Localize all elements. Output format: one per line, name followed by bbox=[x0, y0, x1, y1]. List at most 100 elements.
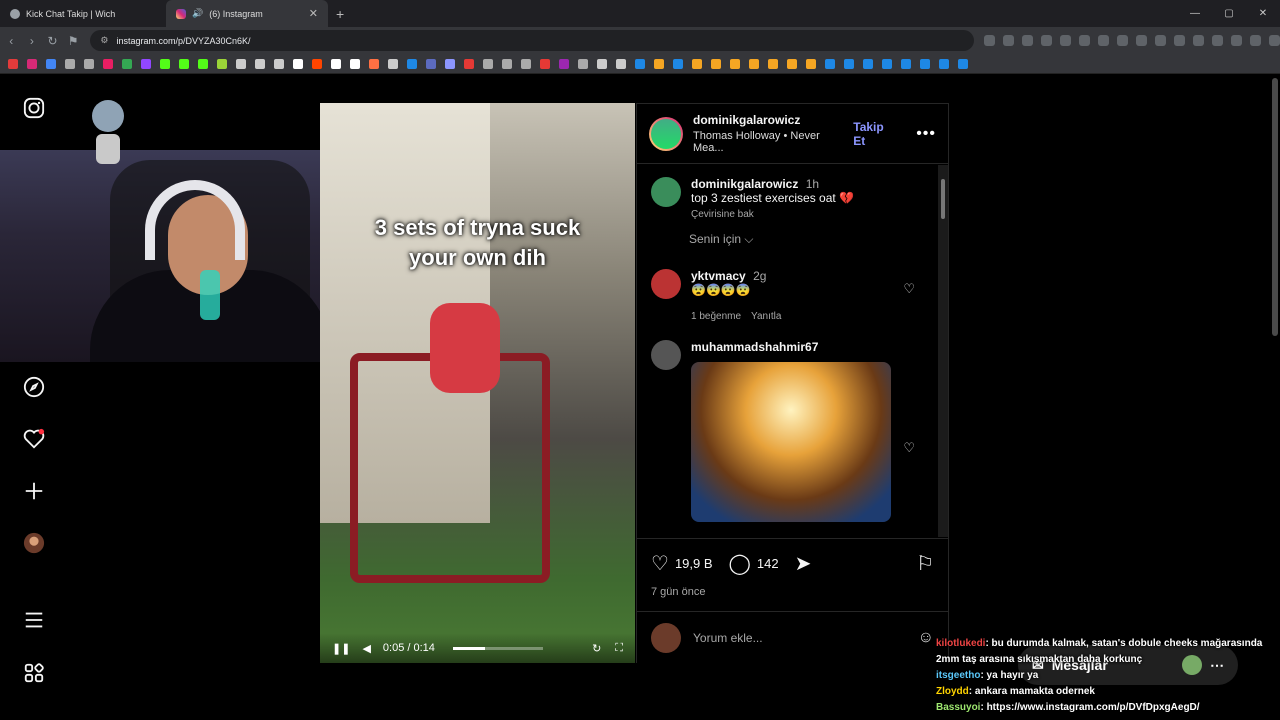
bookmark-favicon-icon[interactable] bbox=[901, 58, 911, 69]
bookmark-favicon-icon[interactable] bbox=[483, 58, 493, 69]
share-icon[interactable]: ➤ bbox=[795, 551, 812, 576]
translate-link[interactable]: Çevirisine bak bbox=[691, 209, 754, 220]
extension-icon[interactable] bbox=[1098, 35, 1110, 46]
extension-icon[interactable] bbox=[1079, 35, 1091, 46]
extension-icon[interactable] bbox=[1174, 35, 1186, 46]
extension-icon[interactable] bbox=[1155, 35, 1167, 46]
avatar[interactable] bbox=[651, 177, 681, 207]
bookmark-favicon-icon[interactable] bbox=[331, 58, 341, 69]
maximize-button[interactable]: ▢ bbox=[1212, 8, 1246, 19]
new-tab-button[interactable]: + bbox=[336, 6, 344, 22]
bookmark-favicon-icon[interactable] bbox=[844, 58, 854, 69]
comment-input[interactable]: Yorum ekle... bbox=[693, 631, 763, 645]
forward-icon[interactable]: › bbox=[23, 34, 42, 48]
bookmark-icon[interactable]: ⚑ bbox=[64, 34, 83, 48]
save-icon[interactable]: ⚐ bbox=[916, 551, 934, 576]
profile-icon[interactable] bbox=[22, 532, 46, 556]
extension-icon[interactable] bbox=[1212, 35, 1224, 46]
bookmark-favicon-icon[interactable] bbox=[521, 58, 531, 69]
sort-dropdown[interactable]: Senin için ⌵ bbox=[689, 232, 923, 247]
like-comment-icon[interactable]: ♡ bbox=[903, 440, 915, 456]
more-icon[interactable] bbox=[22, 609, 46, 633]
bookmark-favicon-icon[interactable] bbox=[84, 58, 94, 69]
bookmark-favicon-icon[interactable] bbox=[274, 58, 284, 69]
bookmark-favicon-icon[interactable] bbox=[464, 58, 474, 69]
bookmark-favicon-icon[interactable] bbox=[312, 58, 322, 69]
more-options-icon[interactable]: ••• bbox=[916, 125, 936, 143]
bookmark-favicon-icon[interactable] bbox=[616, 58, 626, 69]
bookmark-favicon-icon[interactable] bbox=[806, 58, 816, 69]
bookmark-favicon-icon[interactable] bbox=[635, 58, 645, 69]
bookmark-favicon-icon[interactable] bbox=[445, 58, 455, 69]
bookmark-favicon-icon[interactable] bbox=[825, 58, 835, 69]
bookmark-favicon-icon[interactable] bbox=[787, 58, 797, 69]
extension-icon[interactable] bbox=[1269, 35, 1280, 46]
bookmark-favicon-icon[interactable] bbox=[502, 58, 512, 69]
bookmark-favicon-icon[interactable] bbox=[426, 58, 436, 69]
url-field[interactable]: ⚙ instagram.com/p/DVYZA30Cn6K/ bbox=[90, 30, 975, 51]
bookmark-favicon-icon[interactable] bbox=[958, 58, 968, 69]
bookmark-favicon-icon[interactable] bbox=[350, 58, 360, 69]
speaker-icon[interactable]: 🔊 bbox=[192, 8, 203, 19]
bookmark-favicon-icon[interactable] bbox=[198, 58, 208, 69]
comment-username[interactable]: muhammadshahmir67 bbox=[691, 340, 818, 354]
bookmark-favicon-icon[interactable] bbox=[217, 58, 227, 69]
reload-icon[interactable]: ↻ bbox=[43, 34, 62, 48]
bookmark-favicon-icon[interactable] bbox=[179, 58, 189, 69]
reel-video[interactable]: 3 sets of tryna suck your own dih ❚❚ ◀ 0… bbox=[320, 103, 635, 663]
bookmark-favicon-icon[interactable] bbox=[388, 58, 398, 69]
page-scrollbar[interactable] bbox=[1272, 78, 1278, 336]
extension-icon[interactable] bbox=[1041, 35, 1053, 46]
volume-icon[interactable]: ◀ bbox=[362, 642, 370, 655]
bookmark-favicon-icon[interactable] bbox=[46, 58, 56, 69]
emoji-icon[interactable]: ☺ bbox=[918, 629, 934, 647]
extension-icon[interactable] bbox=[1136, 35, 1148, 46]
comment-likes[interactable]: 1 beğenme bbox=[691, 311, 741, 322]
extension-icon[interactable] bbox=[1022, 35, 1034, 46]
bookmark-favicon-icon[interactable] bbox=[939, 58, 949, 69]
back-icon[interactable]: ‹ bbox=[2, 34, 21, 48]
bookmark-favicon-icon[interactable] bbox=[768, 58, 778, 69]
bookmark-favicon-icon[interactable] bbox=[692, 58, 702, 69]
comment-username[interactable]: yktvmacy bbox=[691, 269, 746, 283]
like-icon[interactable]: ♡ bbox=[651, 551, 669, 576]
extension-icon[interactable] bbox=[1117, 35, 1129, 46]
fullscreen-icon[interactable]: ⛶ bbox=[615, 642, 623, 655]
close-window-button[interactable]: ✕ bbox=[1246, 8, 1280, 19]
like-comment-icon[interactable]: ♡ bbox=[903, 281, 915, 297]
bookmark-favicon-icon[interactable] bbox=[673, 58, 683, 69]
bookmark-favicon-icon[interactable] bbox=[540, 58, 550, 69]
avatar[interactable] bbox=[651, 269, 681, 299]
bookmark-favicon-icon[interactable] bbox=[122, 58, 132, 69]
extension-icon[interactable] bbox=[1060, 35, 1072, 46]
bookmark-favicon-icon[interactable] bbox=[369, 58, 379, 69]
comments-scrollbar[interactable] bbox=[938, 165, 948, 537]
bookmark-favicon-icon[interactable] bbox=[749, 58, 759, 69]
extension-icon[interactable] bbox=[1003, 35, 1015, 46]
comment-image[interactable] bbox=[691, 362, 891, 522]
video-progress-bar[interactable] bbox=[452, 646, 543, 650]
close-tab-icon[interactable]: ✕ bbox=[309, 7, 318, 20]
create-icon[interactable] bbox=[22, 480, 46, 504]
bookmark-favicon-icon[interactable] bbox=[103, 58, 113, 69]
caption-username[interactable]: dominikgalarowicz bbox=[691, 177, 798, 191]
author-username[interactable]: dominikgalarowicz bbox=[693, 113, 843, 127]
extension-icon[interactable] bbox=[984, 35, 996, 46]
bookmark-favicon-icon[interactable] bbox=[141, 58, 151, 69]
site-info-icon[interactable]: ⚙ bbox=[100, 35, 108, 46]
comment-icon[interactable]: ◯ bbox=[729, 551, 751, 576]
bookmark-favicon-icon[interactable] bbox=[293, 58, 303, 69]
audio-info[interactable]: Thomas Holloway • Never Mea... bbox=[693, 130, 843, 154]
bookmark-favicon-icon[interactable] bbox=[920, 58, 930, 69]
author-avatar[interactable] bbox=[649, 117, 683, 151]
bookmark-favicon-icon[interactable] bbox=[407, 58, 417, 69]
explore-icon[interactable] bbox=[22, 376, 46, 400]
replay-icon[interactable]: ↻ bbox=[592, 642, 601, 655]
bookmark-favicon-icon[interactable] bbox=[730, 58, 740, 69]
extension-icon[interactable] bbox=[1250, 35, 1262, 46]
bookmark-favicon-icon[interactable] bbox=[711, 58, 721, 69]
extension-icon[interactable] bbox=[1193, 35, 1205, 46]
notifications-icon[interactable] bbox=[22, 428, 46, 452]
follow-button[interactable]: Takip Et bbox=[853, 120, 896, 148]
reply-button[interactable]: Yanıtla bbox=[751, 311, 781, 322]
